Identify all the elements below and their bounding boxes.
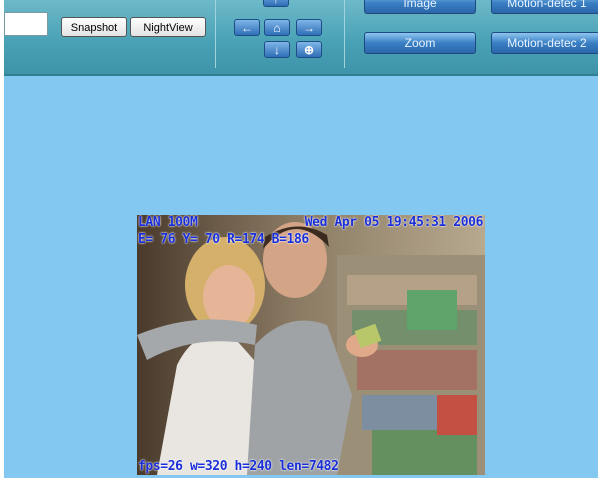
pan-up-button[interactable]: ↑ (263, 0, 289, 7)
toolbar-divider (215, 0, 216, 68)
home-position-button[interactable]: ⌂ (264, 19, 290, 36)
toolbar-divider (344, 0, 345, 68)
text-input[interactable] (4, 12, 48, 36)
pan-left-button[interactable]: ← (234, 19, 260, 36)
osd-timestamp: Wed Apr 05 19:45:31 2006 (304, 215, 484, 230)
video-frame-image (137, 215, 485, 475)
osd-network: LAN 100M (138, 215, 198, 230)
control-toolbar: Snapshot NightView ↑ ← ⌂ → ↓ ⊕ Image Zoo… (4, 0, 598, 76)
pan-right-button[interactable]: → (296, 19, 322, 36)
nightview-button[interactable]: NightView (130, 17, 206, 37)
snapshot-button[interactable]: Snapshot (61, 17, 127, 37)
center-button[interactable]: ⊕ (296, 41, 322, 58)
motion-detect-1-button[interactable]: Motion-detec 1 (491, 0, 598, 14)
live-video-feed[interactable]: LAN 100M Wed Apr 05 19:45:31 2006 E= 76 … (137, 215, 485, 475)
osd-stream-stats: fps=26 w=320 h=240 len=7482 (138, 459, 339, 474)
motion-detect-2-button[interactable]: Motion-detec 2 (491, 32, 598, 54)
zoom-button[interactable]: Zoom (364, 32, 476, 54)
image-button[interactable]: Image (364, 0, 476, 14)
osd-levels: E= 76 Y= 70 R=174 B=186 (138, 232, 309, 247)
pan-down-button[interactable]: ↓ (264, 41, 290, 58)
